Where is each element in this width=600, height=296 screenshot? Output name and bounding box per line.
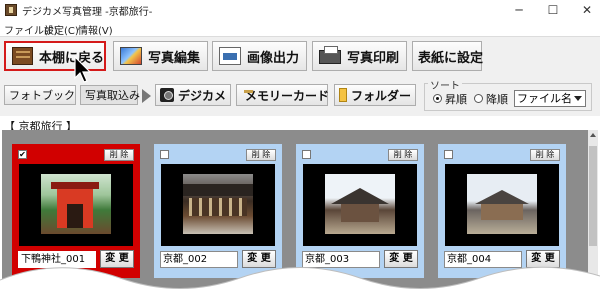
camera-button[interactable]: デジカメ <box>155 84 231 106</box>
sort-ascending-radio[interactable] <box>433 94 442 103</box>
torn-edge-decoration <box>0 266 600 296</box>
app-window: デジカメ写真管理 -京都旅行- ─ ☐ ✕ ファイル(F) 設定(C) 情報(V… <box>0 0 600 296</box>
app-icon <box>5 4 17 16</box>
chevron-down-icon <box>574 96 582 101</box>
edit-photo-button[interactable]: 写真編集 <box>113 41 208 71</box>
delete-button[interactable]: 削 除 <box>104 149 134 161</box>
photo-checkbox[interactable] <box>160 150 169 159</box>
photo-card[interactable]: 削 除 京都_003 変 更 <box>296 144 424 278</box>
photo-frame <box>161 164 275 246</box>
mouse-pointer-icon <box>74 56 92 83</box>
photo-card[interactable]: 削 除 京都_002 変 更 <box>154 144 282 278</box>
print-photo-button[interactable]: 写真印刷 <box>312 41 407 71</box>
maximize-button[interactable]: ☐ <box>538 0 568 20</box>
memory-card-label: メモリーカード <box>245 88 330 103</box>
photo-frame <box>303 164 417 246</box>
back-to-shelf-label: 本棚に戻る <box>38 50 104 66</box>
scrollbar-thumb[interactable] <box>589 146 597 246</box>
menu-bar: ファイル(F) 設定(C) 情報(V) <box>0 20 600 37</box>
photo-thumbnail[interactable] <box>41 174 111 234</box>
photo-edit-icon <box>120 47 142 65</box>
arrow-right-icon <box>142 89 151 103</box>
photo-frame <box>445 164 559 246</box>
image-output-icon <box>219 47 241 65</box>
photo-checkbox[interactable] <box>444 150 453 159</box>
window-title: デジカメ写真管理 -京都旅行- <box>22 7 153 18</box>
torii-gate-shape <box>51 182 99 228</box>
import-button[interactable]: 写真取込み <box>80 85 140 105</box>
set-cover-label: 表紙に設定 <box>418 50 484 66</box>
print-photo-label: 写真印刷 <box>347 50 400 66</box>
printer-icon <box>319 46 341 64</box>
edit-photo-label: 写真編集 <box>148 50 201 66</box>
title-bar: デジカメ写真管理 -京都旅行- ─ ☐ ✕ <box>0 0 600 20</box>
photo-checkbox[interactable]: ✔ <box>18 150 27 159</box>
photo-thumbnail[interactable] <box>325 174 395 234</box>
sort-descending-radio[interactable] <box>474 94 483 103</box>
menu-info[interactable]: 情報(V) <box>78 22 113 37</box>
delete-button[interactable]: 削 除 <box>530 149 560 161</box>
memory-card-button[interactable]: メモリーカード <box>236 84 330 106</box>
photo-thumbnail[interactable] <box>183 174 253 234</box>
delete-button[interactable]: 削 除 <box>246 149 276 161</box>
camera-icon <box>160 88 174 102</box>
photo-frame <box>19 164 133 246</box>
set-cover-button[interactable]: 表紙に設定 <box>412 41 484 71</box>
bookshelf-icon <box>12 47 33 65</box>
photo-card[interactable]: ✔ 削 除 下鴨神社_001 変 更 <box>12 144 140 278</box>
sort-ascending-label: 昇順 <box>445 93 467 106</box>
image-output-button[interactable]: 画像出力 <box>212 41 307 71</box>
photobook-label: フォトブック <box>9 89 75 102</box>
temple-roof-shape <box>183 184 253 196</box>
photo-thumbnail[interactable] <box>467 174 537 234</box>
photo-card[interactable]: 削 除 京都_004 変 更 <box>438 144 566 278</box>
house-body-shape <box>481 204 523 220</box>
minimize-button[interactable]: ─ <box>504 0 534 20</box>
sort-descending-label: 降順 <box>486 93 508 106</box>
folder-label: フォルダー <box>350 88 411 103</box>
folder-button[interactable]: フォルダー <box>334 84 416 106</box>
sort-legend: ソート <box>428 77 462 92</box>
camera-label: デジカメ <box>177 88 226 103</box>
hall-body-shape <box>341 204 379 222</box>
image-output-label: 画像出力 <box>247 50 300 66</box>
sort-field-select[interactable]: ファイル名 <box>514 90 586 107</box>
photobook-button[interactable]: フォトブック <box>4 85 76 105</box>
close-button[interactable]: ✕ <box>572 0 600 20</box>
folder-icon <box>339 88 347 102</box>
scroll-up-icon[interactable] <box>590 133 596 137</box>
menu-settings[interactable]: 設定(C) <box>44 22 79 37</box>
delete-button[interactable]: 削 除 <box>388 149 418 161</box>
house-roof-shape <box>475 190 529 204</box>
temple-columns-shape <box>189 198 247 216</box>
photo-checkbox[interactable] <box>302 150 311 159</box>
import-label: 写真取込み <box>85 89 140 102</box>
sort-field-value: ファイル名 <box>517 92 572 105</box>
hall-roof-shape <box>331 188 389 204</box>
